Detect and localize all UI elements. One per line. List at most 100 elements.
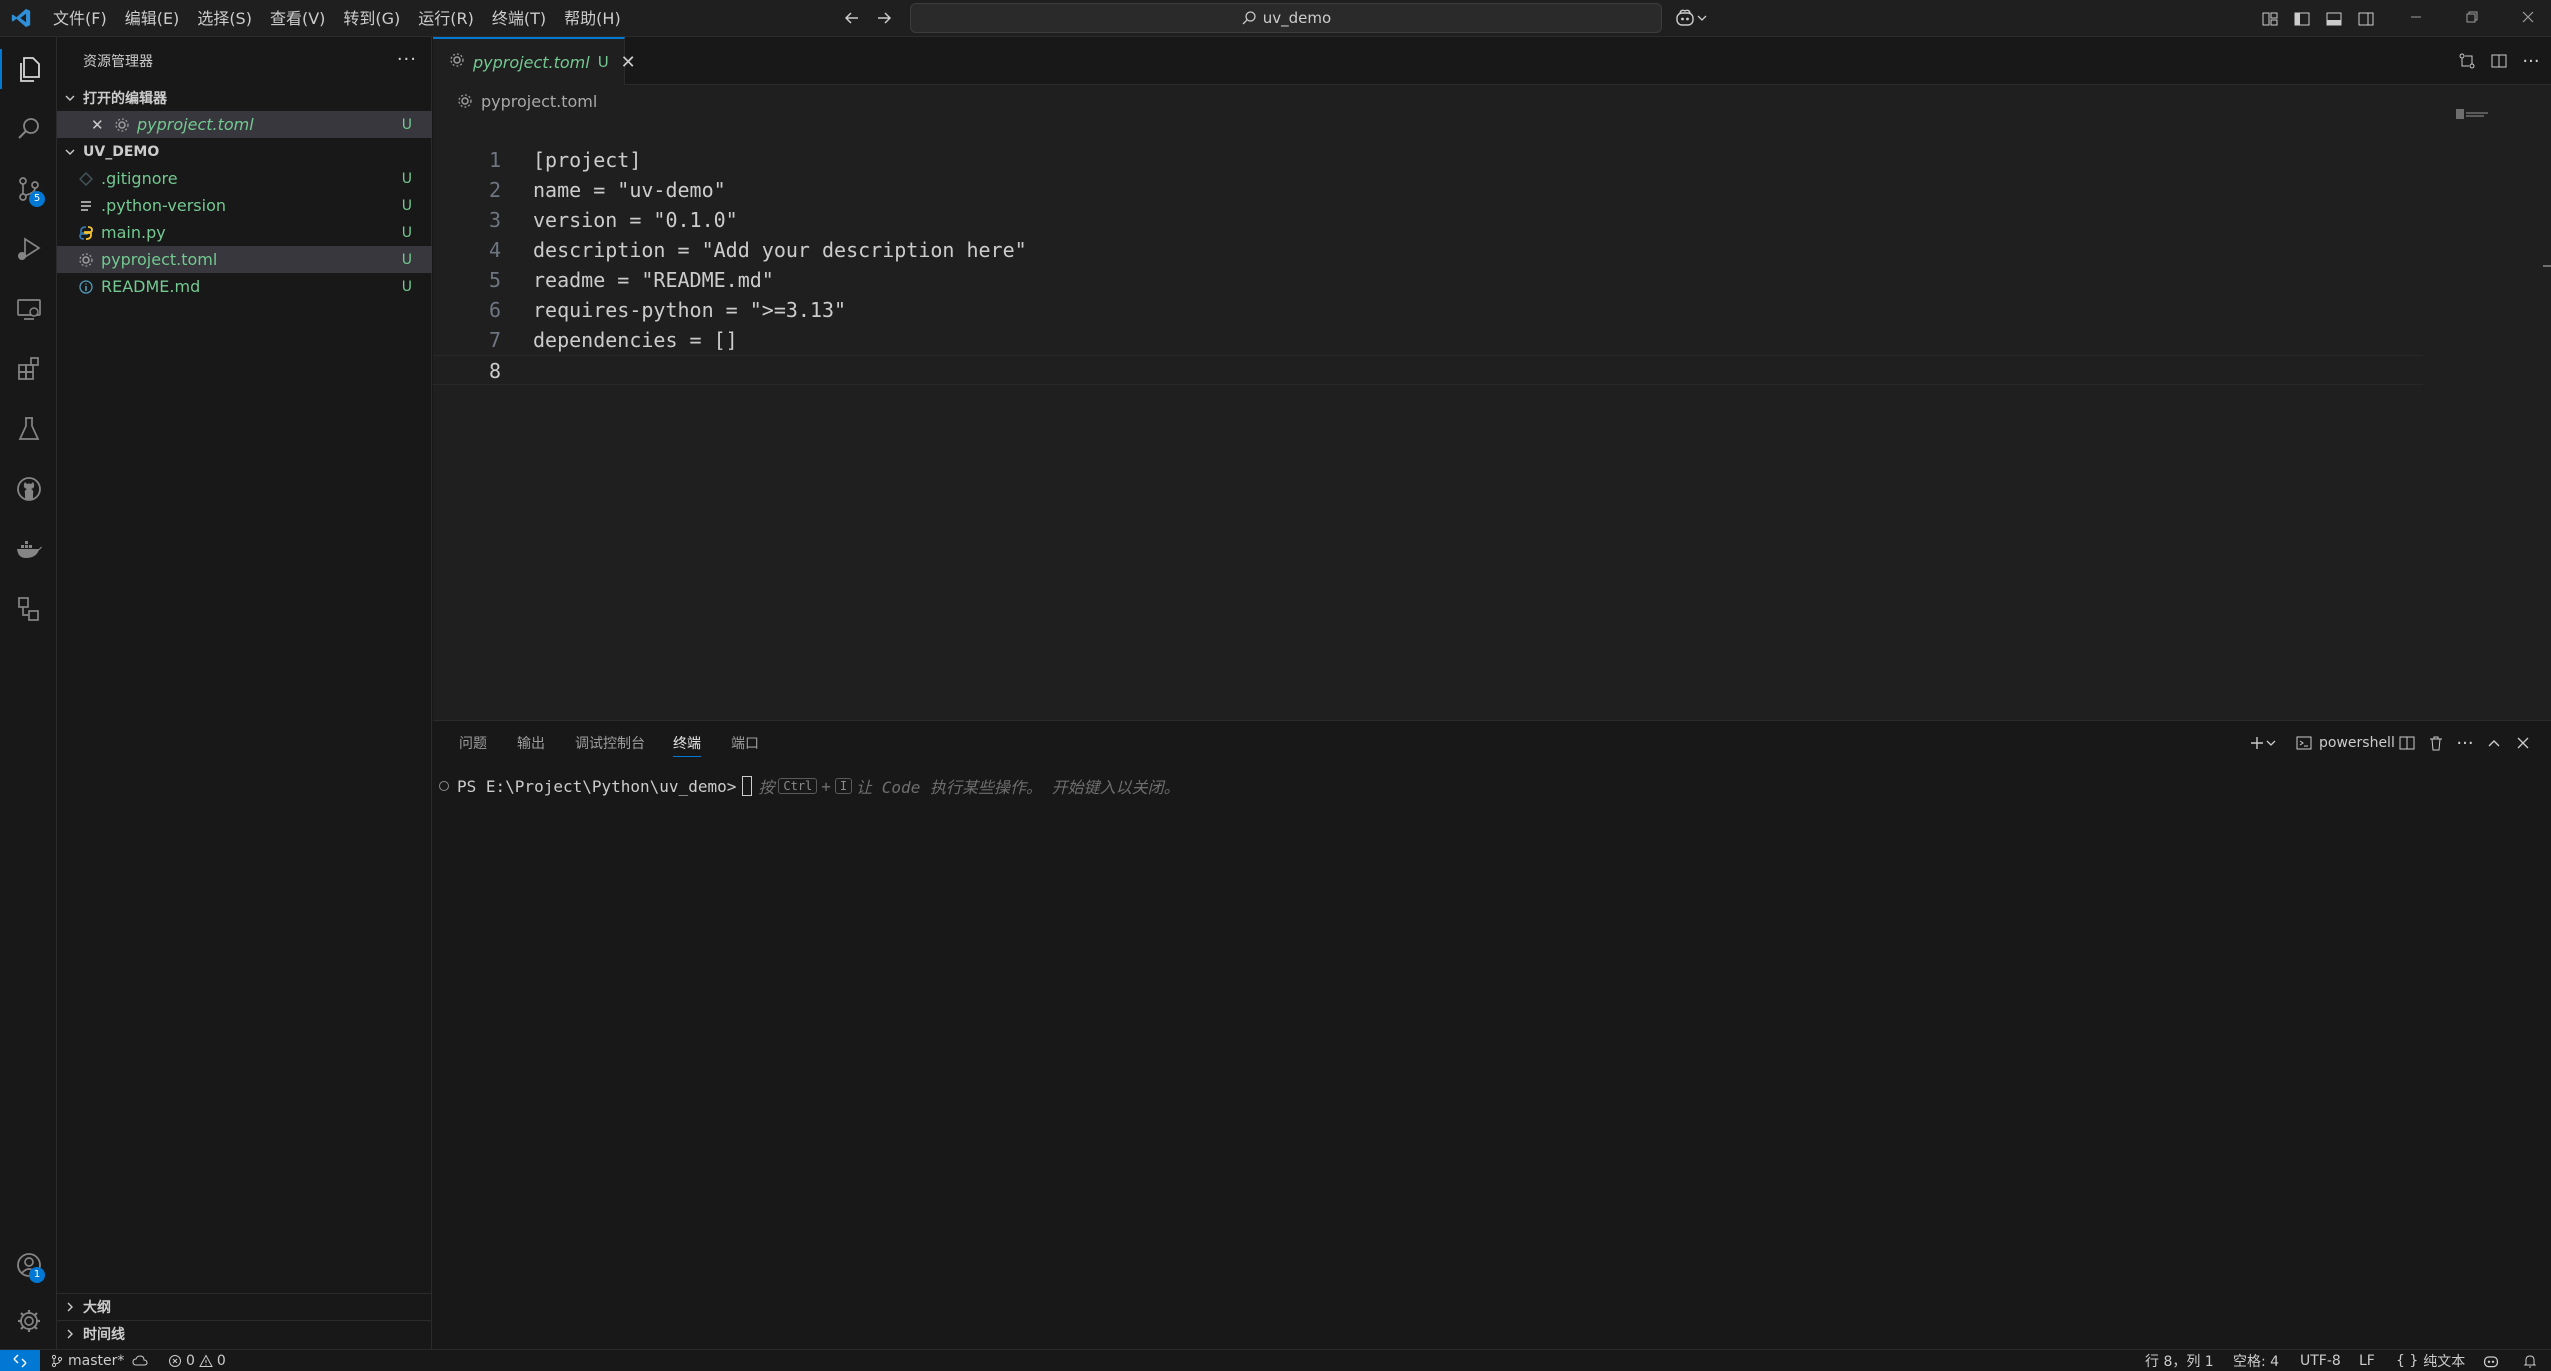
- toggle-panel-button[interactable]: [2320, 5, 2348, 33]
- timeline-section[interactable]: 时间线: [57, 1320, 432, 1347]
- toggle-primary-sidebar-button[interactable]: [2288, 5, 2316, 33]
- code-line-current[interactable]: 8: [433, 355, 2423, 385]
- indentation-status[interactable]: 空格: 4: [2233, 1350, 2279, 1371]
- split-editor-button[interactable]: [2485, 47, 2513, 75]
- arrow-right-icon[interactable]: [870, 4, 898, 32]
- file-item[interactable]: main.py U: [57, 219, 432, 246]
- encoding-status[interactable]: UTF-8: [2300, 1350, 2341, 1371]
- git-branch-status[interactable]: master*: [50, 1350, 148, 1371]
- search-icon: [17, 118, 39, 139]
- error-icon: [169, 1355, 181, 1367]
- split-terminal-button[interactable]: [2395, 731, 2419, 755]
- restore-button[interactable]: [2449, 0, 2495, 34]
- open-changes-button[interactable]: [2453, 47, 2481, 75]
- menu-go[interactable]: 转到(G): [334, 4, 409, 34]
- activity-manage[interactable]: [0, 1293, 57, 1349]
- command-decoration-icon: [439, 781, 449, 791]
- activity-explorer[interactable]: [0, 41, 57, 97]
- file-item[interactable]: pyproject.toml U: [57, 246, 432, 273]
- kill-terminal-button[interactable]: [2424, 731, 2448, 755]
- file-label: .gitignore: [101, 169, 178, 188]
- code-line[interactable]: 7 dependencies = []: [433, 325, 2423, 355]
- remote-indicator[interactable]: [0, 1350, 40, 1371]
- minimize-button[interactable]: [2393, 0, 2439, 34]
- warning-icon: [199, 1354, 213, 1367]
- minimap[interactable]: [2456, 109, 2496, 119]
- activity-run-debug[interactable]: [0, 221, 57, 277]
- activity-accounts[interactable]: 1: [0, 1237, 57, 1293]
- code-line[interactable]: 1 [project]: [433, 145, 2423, 175]
- tab-terminal[interactable]: 终端: [673, 733, 701, 757]
- gear-icon: [17, 1310, 40, 1332]
- line-text: readme = "README.md": [533, 268, 774, 292]
- problems-status[interactable]: 0 0: [168, 1350, 226, 1371]
- cursor-position[interactable]: 行 8，列 1: [2145, 1350, 2214, 1371]
- editor-tab-pyproject[interactable]: pyproject.toml U ✕: [433, 37, 636, 85]
- arrow-left-icon[interactable]: [838, 4, 866, 32]
- tab-output[interactable]: 输出: [517, 733, 545, 757]
- close-panel-button[interactable]: [2511, 731, 2535, 755]
- workspace-section[interactable]: UV_DEMO: [57, 138, 432, 165]
- file-item[interactable]: .python-version U: [57, 192, 432, 219]
- tab-problems[interactable]: 问题: [459, 733, 487, 757]
- copilot-menu-button[interactable]: [1674, 5, 1716, 31]
- language-mode[interactable]: { } 纯文本: [2396, 1350, 2465, 1371]
- more-actions-icon[interactable]: ···: [397, 49, 417, 70]
- menu-terminal[interactable]: 终端(T): [483, 4, 555, 34]
- command-center-search[interactable]: uv_demo: [910, 3, 1662, 33]
- gear-icon: [449, 52, 465, 72]
- activity-docker[interactable]: [0, 521, 57, 577]
- activity-source-control[interactable]: 5: [0, 161, 57, 217]
- eol-status[interactable]: LF: [2359, 1350, 2375, 1371]
- activity-remote-explorer[interactable]: [0, 281, 57, 337]
- close-icon[interactable]: ✕: [91, 116, 111, 134]
- activity-github[interactable]: [0, 461, 57, 517]
- code-line[interactable]: 2 name = "uv-demo": [433, 175, 2423, 205]
- toggle-secondary-sidebar-button[interactable]: [2352, 5, 2380, 33]
- tab-debug-console[interactable]: 调试控制台: [575, 733, 645, 757]
- activity-project-manager[interactable]: [0, 581, 57, 637]
- chevron-down-icon: [57, 92, 83, 104]
- code-line[interactable]: 5 readme = "README.md": [433, 265, 2423, 295]
- menu-view[interactable]: 查看(V): [261, 4, 334, 34]
- copilot-status[interactable]: [2482, 1350, 2500, 1371]
- terminal-instance-selector[interactable]: powershell: [2295, 731, 2395, 755]
- plus-icon: [2251, 737, 2263, 749]
- menu-run[interactable]: 运行(R): [409, 4, 483, 34]
- line-number: 4: [488, 238, 501, 262]
- open-editors-section[interactable]: 打开的编辑器: [57, 84, 432, 111]
- file-item[interactable]: .gitignore U: [57, 165, 432, 192]
- code-line[interactable]: 3 version = "0.1.0": [433, 205, 2423, 235]
- activity-testing[interactable]: [0, 401, 57, 457]
- tab-ports[interactable]: 端口: [731, 733, 759, 757]
- breadcrumb[interactable]: pyproject.toml: [457, 85, 597, 117]
- close-window-button[interactable]: [2505, 0, 2551, 34]
- terminal-view[interactable]: PS E:\Project\Python\uv_demo> 按 Ctrl + I…: [439, 773, 1180, 799]
- menu-file[interactable]: 文件(F): [44, 4, 116, 34]
- outline-section[interactable]: 大纲: [57, 1293, 432, 1320]
- notifications-button[interactable]: [2522, 1350, 2538, 1371]
- menu-edit[interactable]: 编辑(E): [116, 4, 189, 34]
- line-number: 2: [488, 178, 501, 202]
- gitignore-icon: [75, 171, 97, 186]
- git-status-badge: U: [401, 116, 412, 133]
- more-actions-icon[interactable]: ···: [2453, 731, 2477, 755]
- panel-tab-bar: 问题 输出 调试控制台 终端 端口 powershell ···: [433, 721, 2551, 765]
- chevron-down-icon: [57, 146, 83, 158]
- activity-extensions[interactable]: [0, 341, 57, 397]
- more-actions-icon[interactable]: ···: [2517, 47, 2545, 75]
- customize-layout-button[interactable]: [2256, 5, 2284, 33]
- new-terminal-button[interactable]: [2245, 731, 2281, 755]
- close-icon[interactable]: ✕: [621, 52, 636, 73]
- vscode-logo-icon[interactable]: [10, 7, 32, 29]
- open-editor-item[interactable]: ✕ pyproject.toml U: [57, 111, 432, 138]
- file-item[interactable]: README.md U: [57, 273, 432, 300]
- maximize-panel-button[interactable]: [2482, 731, 2506, 755]
- menu-help[interactable]: 帮助(H): [555, 4, 630, 34]
- python-icon: [75, 225, 97, 240]
- menu-selection[interactable]: 选择(S): [188, 4, 261, 34]
- layout-sidebar-right-icon: [2358, 12, 2374, 26]
- activity-search[interactable]: [0, 101, 57, 157]
- code-line[interactable]: 6 requires-python = ">=3.13": [433, 295, 2423, 325]
- code-line[interactable]: 4 description = "Add your description her…: [433, 235, 2423, 265]
